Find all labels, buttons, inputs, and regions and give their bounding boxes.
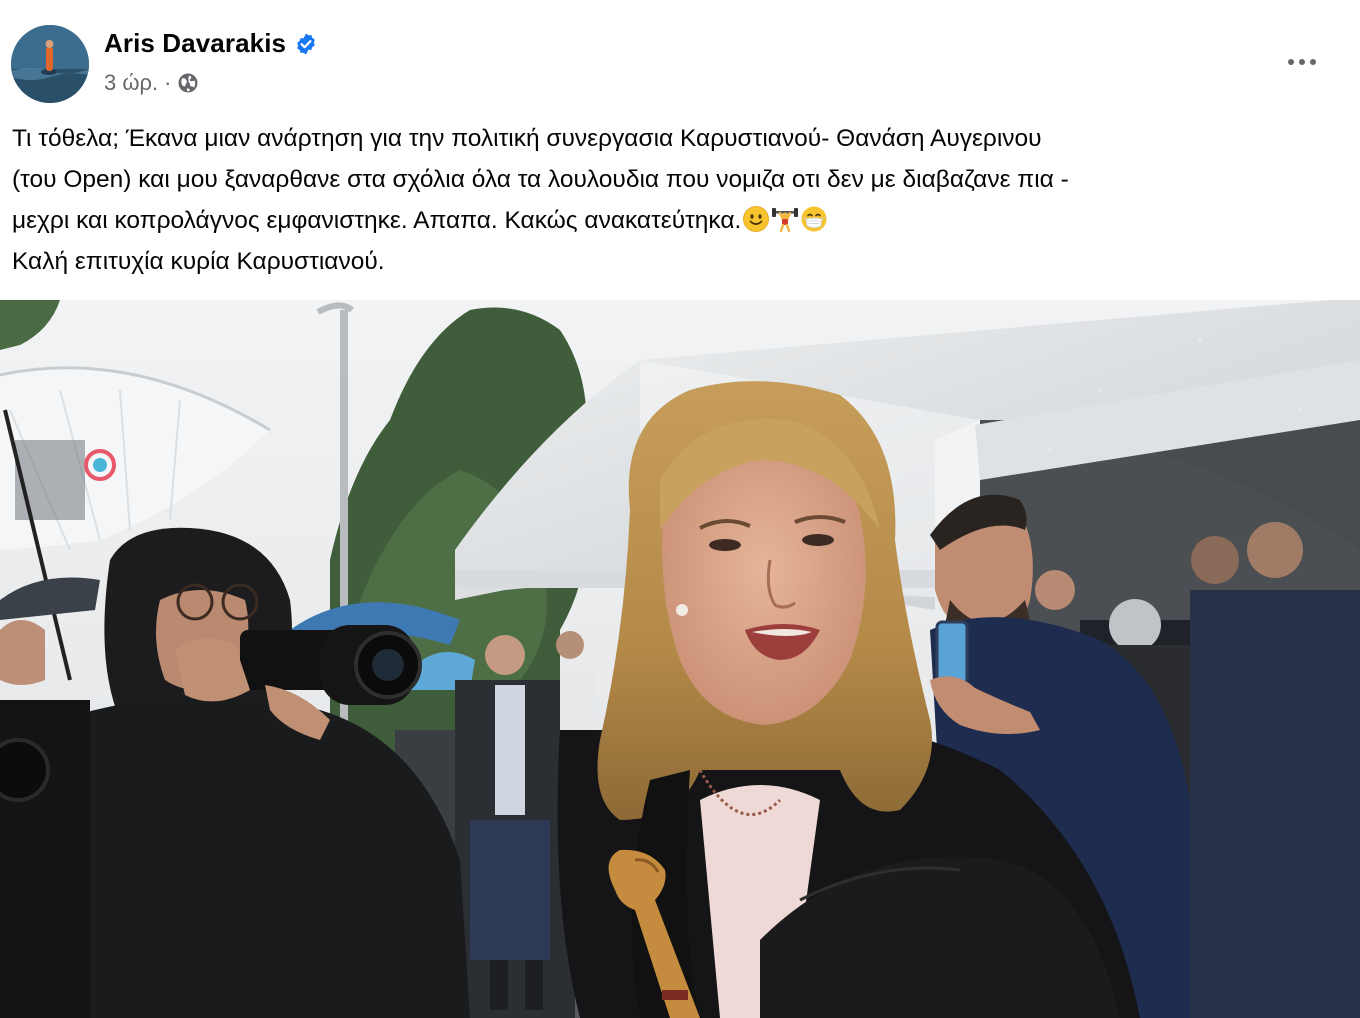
post-header: Aris Davarakis 3 ώρ. · (0, 0, 1360, 110)
more-dot (1310, 59, 1316, 65)
post-photo[interactable] (0, 300, 1360, 1018)
post-meta: 3 ώρ. · (104, 70, 199, 96)
post-text-line: Καλή επιτυχία κυρία Καρυστιανού. (12, 248, 385, 275)
facebook-post: Aris Davarakis 3 ώρ. · Τι τόθελα; Έκανα … (0, 0, 1360, 1018)
more-dot (1299, 59, 1305, 65)
post-message: Τι τόθελα; Έκανα μιαν ανάρτηση για την π… (12, 118, 1342, 282)
slightly-smiling-face-icon (742, 205, 770, 233)
post-text-line: Τι τόθελα; Έκανα μιαν ανάρτηση για την π… (12, 125, 1042, 152)
more-dot (1288, 59, 1294, 65)
post-text-line: (του Open) και μου ξαναρθανε στα σχόλια … (12, 166, 1069, 193)
post-text-line: μεχρι και κοπρολάγνος εμφανιστηκε. Απαπα… (12, 200, 1342, 241)
post-text-segment: μεχρι και κοπρολάγνος εμφανιστηκε. Απαπα… (12, 207, 742, 234)
more-options-button[interactable] (1280, 44, 1324, 80)
avatar-image (11, 25, 89, 103)
post-photo-image (0, 300, 1360, 1018)
globe-icon[interactable] (177, 72, 199, 94)
author-name[interactable]: Aris Davarakis (104, 28, 286, 59)
author-avatar[interactable] (11, 25, 89, 103)
weight-lifter-icon (771, 205, 799, 233)
verified-badge-icon (294, 32, 318, 56)
post-timestamp[interactable]: 3 ώρ. (104, 70, 158, 96)
face-with-medical-mask-icon (800, 205, 828, 233)
author-row: Aris Davarakis (104, 28, 318, 59)
meta-separator: · (164, 70, 172, 95)
